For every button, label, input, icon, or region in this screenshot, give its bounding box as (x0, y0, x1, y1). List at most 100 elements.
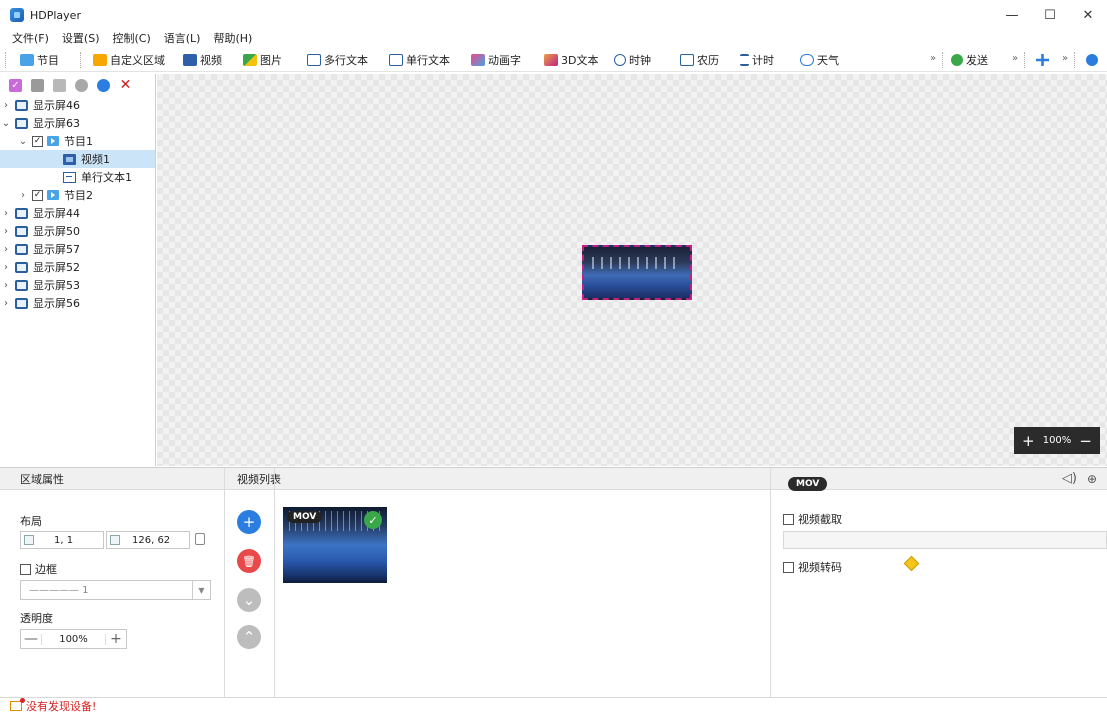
dropdown-arrow-icon[interactable]: ▼ (192, 581, 210, 599)
text-3d-button[interactable]: 3D文本 (544, 51, 598, 69)
video-transcode-option[interactable]: 视频转码 (783, 559, 842, 575)
fullscreen-icon[interactable]: ⊕ (1087, 472, 1097, 486)
video-area-preview[interactable] (582, 245, 692, 300)
multiline-text-button[interactable]: 多行文本 (307, 51, 368, 69)
animated-text-button[interactable]: 动画字 (471, 51, 521, 69)
expand-arrow-icon[interactable]: › (0, 208, 12, 219)
copy-icon[interactable] (31, 78, 44, 92)
opacity-stepper[interactable]: — 100% + (20, 629, 127, 649)
expand-arrow-icon[interactable]: › (0, 100, 12, 111)
move-up-button[interactable]: ⌃ (237, 625, 261, 649)
area-properties-header: 区域属性 (0, 468, 224, 490)
menu-language[interactable]: 语言(L) (164, 30, 201, 46)
tree-item-program[interactable]: › ✓ 节目2 (0, 186, 155, 204)
preview-canvas[interactable]: + 100% − (157, 74, 1107, 466)
opacity-value[interactable]: 100% (41, 633, 106, 645)
play-button[interactable] (1086, 51, 1101, 69)
tree-item-screen[interactable]: › 显示屏44 (0, 204, 155, 222)
toolbar-separator (942, 52, 943, 68)
tree-item-video[interactable]: 视频1 (0, 150, 155, 168)
toolbar-more-chevron[interactable]: » (930, 53, 936, 64)
menu-help[interactable]: 帮助(H) (213, 30, 252, 46)
menu-control[interactable]: 控制(C) (113, 30, 151, 46)
expand-arrow-icon[interactable]: › (0, 244, 12, 255)
tree-item-screen-open[interactable]: ⌄ 显示屏63 (0, 114, 155, 132)
tree-item-program[interactable]: ⌄ ✓ 节目1 (0, 132, 155, 150)
zoom-in-button[interactable]: + (1022, 432, 1035, 450)
video-thumbnail[interactable]: MOV ✓ (283, 507, 387, 583)
video-button[interactable]: 视频 (183, 51, 222, 69)
monitor-icon (15, 297, 28, 309)
timer-button[interactable]: 计时 (740, 51, 774, 69)
expand-arrow-icon[interactable]: › (0, 262, 12, 273)
video-format-badge: MOV (287, 511, 323, 523)
send-button[interactable]: 发送 (951, 51, 988, 69)
video-capture-option[interactable]: 视频截取 (783, 511, 842, 527)
toolbar-more-chevron[interactable]: » (1062, 53, 1068, 64)
size-icon (110, 535, 120, 545)
lunar-calendar-button[interactable]: 农历 (680, 51, 719, 69)
window-controls: — ☐ ✕ (993, 0, 1107, 30)
border-style-select[interactable]: ————— 1 ▼ (20, 580, 211, 600)
video-transcode-checkbox[interactable] (783, 561, 794, 573)
program-checkbox[interactable]: ✓ (32, 135, 43, 147)
custom-area-button[interactable]: 自定义区域 (93, 51, 165, 69)
move-icon (1036, 54, 1049, 66)
tree-item-screen[interactable]: › 显示屏56 (0, 294, 155, 312)
expand-arrow-icon[interactable]: › (0, 298, 12, 309)
image-button[interactable]: 图片 (243, 51, 282, 69)
lock-icon[interactable] (195, 533, 205, 545)
opacity-increase-button[interactable]: + (106, 631, 126, 647)
maximize-button[interactable]: ☐ (1031, 0, 1069, 30)
collapse-arrow-icon[interactable]: ⌄ (0, 118, 12, 129)
tree-item-screen[interactable]: › 显示屏52 (0, 258, 155, 276)
program-checkbox[interactable]: ✓ (32, 189, 43, 201)
image-icon (243, 54, 257, 66)
expand-arrow-icon[interactable]: › (0, 280, 12, 291)
tree-item-text[interactable]: 单行文本1 (0, 168, 155, 186)
singleline-text-button[interactable]: 单行文本 (389, 51, 450, 69)
delete-video-button[interactable]: 🗑 (237, 549, 261, 573)
size-field[interactable]: 126, 62 (106, 531, 190, 549)
position-field[interactable]: 1, 1 (20, 531, 104, 549)
bottom-panel: 区域属性 视频列表 ◁) ⊕ 布局 1, 1 126, 62 边框 ————— … (0, 467, 1107, 698)
expand-arrow-icon[interactable]: › (0, 226, 12, 237)
opacity-decrease-button[interactable]: — (21, 631, 41, 647)
move-down-button[interactable]: ⌄ (237, 588, 261, 612)
move-button[interactable] (1036, 51, 1052, 69)
border-checkbox[interactable] (20, 563, 31, 575)
hourglass-icon (740, 54, 749, 66)
layout-label: 布局 (20, 515, 42, 528)
volume-icon[interactable]: ◁) (1062, 471, 1077, 486)
video-capture-field[interactable] (783, 531, 1107, 549)
delete-icon[interactable]: ✕ (119, 77, 132, 93)
tree-item-screen[interactable]: › 显示屏46 (0, 96, 155, 114)
title-bar: HDPlayer — ☐ ✕ (0, 0, 1107, 30)
tree-item-screen[interactable]: › 显示屏57 (0, 240, 155, 258)
add-video-button[interactable]: + (237, 510, 261, 534)
select-all-icon[interactable]: ✓ (9, 78, 22, 92)
menu-settings[interactable]: 设置(S) (62, 30, 100, 46)
tree-item-screen[interactable]: › 显示屏50 (0, 222, 155, 240)
paste-icon[interactable] (53, 78, 66, 92)
toolbar-more-chevron[interactable]: » (1012, 53, 1018, 64)
program-button[interactable]: 节目 (20, 51, 59, 69)
play-icon (1086, 54, 1098, 66)
menu-file[interactable]: 文件(F) (12, 30, 49, 46)
move-down-icon[interactable] (97, 78, 110, 92)
program-icon (47, 190, 59, 200)
tree-item-screen[interactable]: › 显示屏53 (0, 276, 155, 294)
minimize-button[interactable]: — (993, 0, 1031, 30)
clock-icon (614, 54, 626, 66)
monitor-icon (15, 207, 28, 219)
check-icon: ✓ (364, 511, 382, 529)
move-up-icon[interactable] (75, 78, 88, 92)
collapse-arrow-icon[interactable]: ⌄ (17, 136, 29, 147)
close-button[interactable]: ✕ (1069, 0, 1107, 30)
clock-button[interactable]: 时钟 (614, 51, 651, 69)
border-option[interactable]: 边框 (20, 561, 57, 577)
expand-arrow-icon[interactable]: › (17, 190, 29, 201)
zoom-out-button[interactable]: − (1079, 432, 1092, 450)
video-capture-checkbox[interactable] (783, 513, 794, 525)
weather-button[interactable]: 天气 (800, 51, 839, 69)
